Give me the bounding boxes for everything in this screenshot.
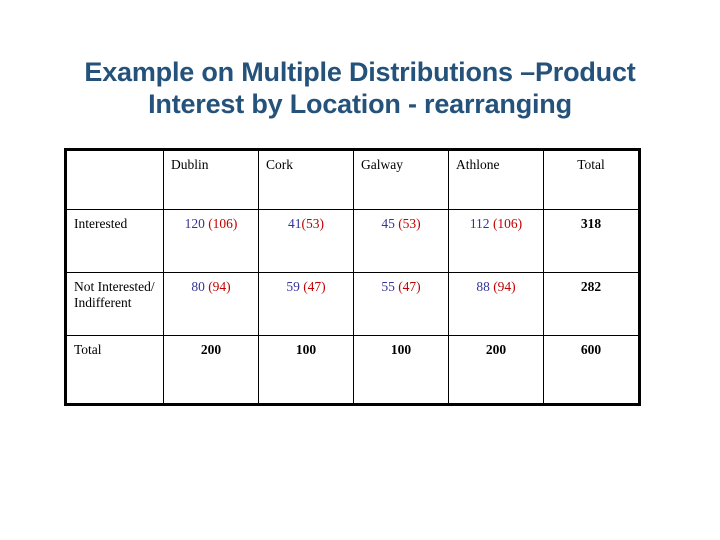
column-header-galway: Galway [353,149,449,210]
cell-total-athlone: 200 [448,335,544,405]
cell-interested-galway: 45 (53) [353,209,449,273]
cell-not-interested-athlone: 88 (94) [448,272,544,336]
row-label-not-interested: Not Interested/Indifferent [65,272,164,336]
expected-value: (94) [208,279,231,294]
expected-value: (106) [492,216,523,231]
expected-value: (53) [398,216,421,231]
column-header-athlone: Athlone [448,149,544,210]
observed-value: 88 [476,279,490,294]
table-total-row: Total 200 100 100 200 600 [65,335,640,405]
row-label-interested: Interested [65,209,164,273]
observed-value: 59 [286,279,300,294]
observed-value: 45 [381,216,395,231]
expected-value: (106) [208,216,238,231]
cell-not-interested-dublin: 80 (94) [163,272,259,336]
cell-interested-cork: 41(53) [258,209,354,273]
cell-not-interested-galway: 55 (47) [353,272,449,336]
observed-value: 120 [184,216,205,231]
table-row: Not Interested/Indifferent 80 (94) 59 (4… [65,272,640,336]
column-header-total: Total [543,149,640,210]
cell-not-interested-cork: 59 (47) [258,272,354,336]
cell-interested-athlone: 112 (106) [448,209,544,273]
table-row: Interested 120 (106) 41(53) 45 (53) 112 … [65,209,640,273]
expected-value: (47) [398,279,421,294]
expected-value: (94) [493,279,516,294]
row-label-total: Total [65,335,164,405]
column-header-dublin: Dublin [163,149,259,210]
expected-value: (47) [303,279,326,294]
contingency-table-container: Dublin Cork Galway Athlone Total Interes… [64,148,641,406]
observed-value: 41 [288,216,302,231]
table-header-row: Dublin Cork Galway Athlone Total [65,149,640,210]
cell-total-galway: 100 [353,335,449,405]
cell-total-cork: 100 [258,335,354,405]
observed-value: 80 [191,279,205,294]
column-header-cork: Cork [258,149,354,210]
cell-interested-dublin: 120 (106) [163,209,259,273]
cell-grand-total: 600 [543,335,640,405]
table-corner-cell [65,149,164,210]
cell-total-dublin: 200 [163,335,259,405]
observed-value: 112 [469,216,490,231]
cell-not-interested-total: 282 [543,272,640,336]
observed-value: 55 [381,279,395,294]
contingency-table: Dublin Cork Galway Athlone Total Interes… [64,148,641,406]
expected-value: (53) [301,216,325,231]
page-title: Example on Multiple Distributions –Produ… [84,57,636,119]
cell-interested-total: 318 [543,209,640,273]
